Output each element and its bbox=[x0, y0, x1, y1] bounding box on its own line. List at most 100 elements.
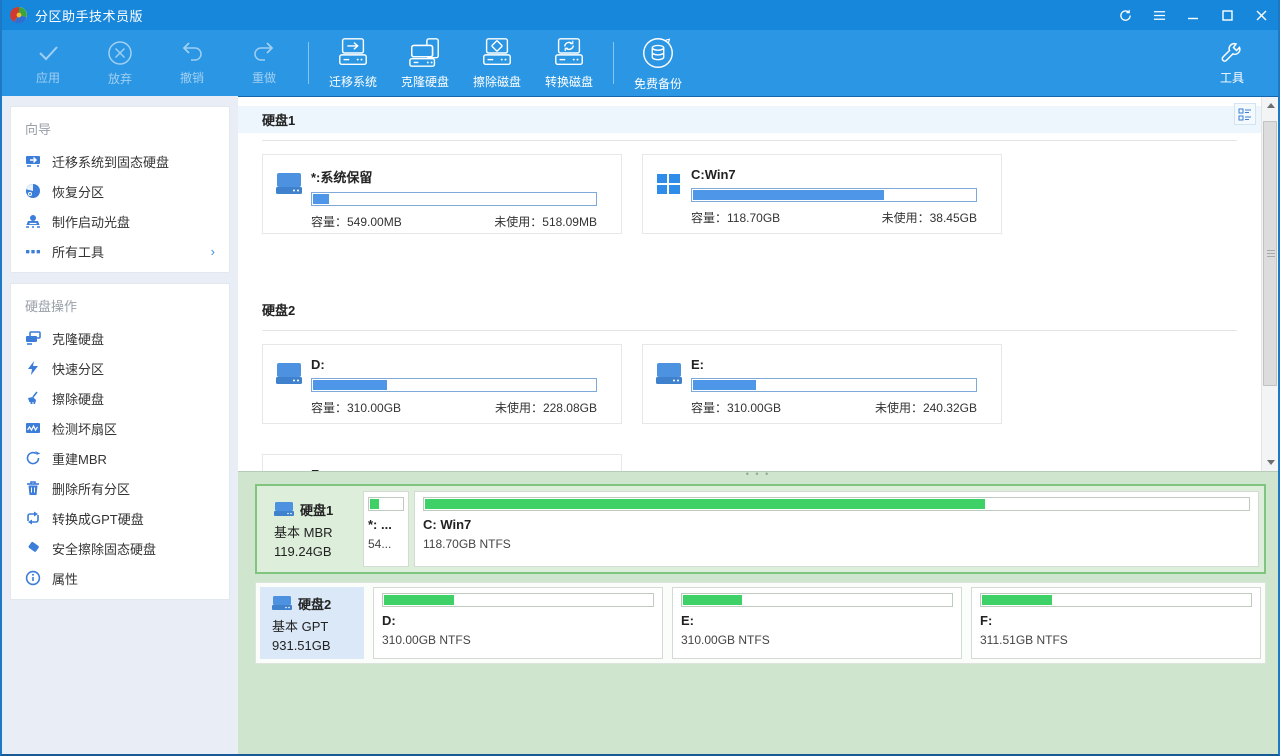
disk1-header[interactable]: 硬盘1 bbox=[238, 106, 1261, 133]
sidebar-item-label: 制作启动光盘 bbox=[52, 212, 130, 231]
convert-disk-button[interactable]: 转换磁盘 bbox=[533, 33, 605, 93]
toolbar: 应用 放弃 撤销 重做 迁移系统 克隆 bbox=[2, 30, 1278, 96]
usage-bar bbox=[980, 593, 1252, 607]
sidebar-item-secure-erase-ssd[interactable]: 安全擦除固态硬盘 bbox=[11, 533, 229, 563]
disk2-map-row[interactable]: 硬盘2 基本 GPT 931.51GB D: 310.00GB NTFS E: … bbox=[255, 582, 1266, 664]
redo-button[interactable]: 重做 bbox=[228, 33, 300, 93]
titlebar: 分区助手技术员版 bbox=[2, 0, 1278, 30]
minimize-icon[interactable] bbox=[1176, 0, 1210, 30]
partition-card-f[interactable]: F: bbox=[262, 454, 622, 471]
map-block-e[interactable]: E: 310.00GB NTFS bbox=[672, 587, 962, 659]
undo-button[interactable]: 撤销 bbox=[156, 33, 228, 93]
partition-label: E: bbox=[691, 357, 977, 372]
sidebar-item-label: 恢复分区 bbox=[52, 182, 104, 201]
map-block-system-reserved[interactable]: *: ... 54... bbox=[363, 491, 409, 567]
block-size: 310.00GB NTFS bbox=[681, 633, 953, 647]
sidebar-item-properties[interactable]: 属性 bbox=[11, 563, 229, 593]
map-block-f[interactable]: F: 311.51GB NTFS bbox=[971, 587, 1261, 659]
drive-icon bbox=[655, 361, 683, 387]
wipe-disk-button[interactable]: 擦除磁盘 bbox=[461, 33, 533, 93]
sidebar-item-recover-partition[interactable]: 恢复分区 bbox=[11, 176, 229, 206]
clone-disk-button[interactable]: 克隆硬盘 bbox=[389, 33, 461, 93]
disk-map-panel: • • • 硬盘1 基本 MBR 119.24GB bbox=[238, 471, 1278, 754]
sidebar-item-wipe-disk[interactable]: 擦除硬盘 bbox=[11, 383, 229, 413]
broom-icon bbox=[25, 390, 41, 406]
drive-icon bbox=[275, 171, 303, 197]
block-size: 310.00GB NTFS bbox=[382, 633, 654, 647]
app-window: 分区助手技术员版 应用 放弃 bbox=[0, 0, 1280, 756]
unused-text: 未使用：240.32GB bbox=[875, 399, 977, 416]
partition-card-d[interactable]: D: 容量：310.00GB 未使用：228.08GB bbox=[262, 344, 622, 424]
sidebar-item-quick-partition[interactable]: 快速分区 bbox=[11, 353, 229, 383]
partition-card-e[interactable]: E: 容量：310.00GB 未使用：240.32GB bbox=[642, 344, 1002, 424]
disk2-map-header[interactable]: 硬盘2 基本 GPT 931.51GB bbox=[260, 587, 364, 659]
app-logo-icon bbox=[10, 6, 28, 24]
sidebar-item-clone-disk[interactable]: 克隆硬盘 bbox=[11, 323, 229, 353]
usage-bar bbox=[311, 378, 597, 392]
sidebar-item-delete-all-partitions[interactable]: 删除所有分区 bbox=[11, 473, 229, 503]
convert-gpt-icon bbox=[25, 510, 41, 526]
close-icon[interactable] bbox=[1244, 0, 1278, 30]
apply-button[interactable]: 应用 bbox=[12, 33, 84, 93]
unused-text: 未使用：228.08GB bbox=[495, 399, 597, 416]
migrate-os-button[interactable]: 迁移系统 bbox=[317, 33, 389, 93]
section-title-wizards: 向导 bbox=[11, 115, 229, 146]
discard-button[interactable]: 放弃 bbox=[84, 33, 156, 93]
disk2-partitions-row-2: F: bbox=[238, 424, 1261, 471]
toolbar-separator bbox=[308, 42, 309, 84]
lightning-icon bbox=[25, 360, 41, 376]
migrate-ssd-icon bbox=[25, 153, 41, 169]
capacity-text: 容量：310.00GB bbox=[691, 399, 781, 416]
disk-cards-scroll-area: 硬盘1 *:系统保留 容量 bbox=[238, 97, 1261, 471]
block-label: C: Win7 bbox=[423, 517, 1250, 532]
toolbar-separator-2 bbox=[613, 42, 614, 84]
sidebar-item-convert-to-gpt[interactable]: 转换成GPT硬盘 bbox=[11, 503, 229, 533]
wrench-icon bbox=[1219, 40, 1245, 66]
scroll-up-arrow[interactable] bbox=[1262, 97, 1278, 114]
disk2-map-type: 基本 GPT bbox=[272, 616, 364, 635]
menu-icon[interactable] bbox=[1142, 0, 1176, 30]
map-block-d[interactable]: D: 310.00GB NTFS bbox=[373, 587, 663, 659]
disk1-map-header[interactable]: 硬盘1 基本 MBR 119.24GB bbox=[262, 491, 358, 567]
sidebar-item-migrate-os-to-ssd[interactable]: 迁移系统到固态硬盘 bbox=[11, 146, 229, 176]
redo-icon bbox=[249, 40, 279, 66]
maximize-icon[interactable] bbox=[1210, 0, 1244, 30]
block-label: F: bbox=[980, 613, 1252, 628]
usage-bar bbox=[691, 188, 977, 202]
tools-label: 工具 bbox=[1220, 69, 1244, 86]
capacity-text: 容量：118.70GB bbox=[691, 209, 780, 226]
tools-button[interactable]: 工具 bbox=[1196, 33, 1268, 93]
sidebar-item-check-bad-sectors[interactable]: 检测坏扇区 bbox=[11, 413, 229, 443]
free-backup-button[interactable]: 免费备份 bbox=[622, 33, 694, 93]
disk2-map-size: 931.51GB bbox=[272, 638, 364, 653]
scrollbar-thumb[interactable] bbox=[1263, 121, 1277, 386]
disk1-map-name: 硬盘1 bbox=[300, 500, 333, 519]
block-size: 311.51GB NTFS bbox=[980, 633, 1252, 647]
sidebar-item-label: 转换成GPT硬盘 bbox=[52, 509, 144, 528]
usage-bar bbox=[423, 497, 1250, 511]
drive-icon bbox=[274, 501, 294, 517]
sidebar: 向导 迁移系统到固态硬盘 恢复分区 制作启动光盘 所有工具 › bbox=[2, 96, 238, 754]
content-area: 向导 迁移系统到固态硬盘 恢复分区 制作启动光盘 所有工具 › bbox=[2, 96, 1278, 754]
usage-bar bbox=[311, 192, 597, 206]
bad-sector-icon bbox=[25, 420, 41, 436]
disk1-map-row[interactable]: 硬盘1 基本 MBR 119.24GB *: ... 54... C: Win7… bbox=[255, 484, 1266, 574]
refresh-icon[interactable] bbox=[1108, 0, 1142, 30]
wipe-disk-icon bbox=[476, 36, 518, 70]
drive-icon bbox=[272, 595, 292, 611]
sidebar-item-make-boot-disc[interactable]: 制作启动光盘 bbox=[11, 206, 229, 236]
scroll-down-arrow[interactable] bbox=[1262, 454, 1278, 471]
sidebar-item-label: 迁移系统到固态硬盘 bbox=[52, 152, 169, 171]
partition-card-c-win7[interactable]: C:Win7 容量：118.70GB 未使用：38.45GB bbox=[642, 154, 1002, 234]
disk2-header[interactable]: 硬盘2 bbox=[238, 296, 1261, 323]
view-toggle-button[interactable] bbox=[1234, 103, 1256, 125]
sidebar-item-all-tools[interactable]: 所有工具 › bbox=[11, 236, 229, 266]
disk1-partitions-row: *:系统保留 容量：549.00MB 未使用：518.09MB bbox=[238, 141, 1261, 234]
block-size: 118.70GB NTFS bbox=[423, 537, 1250, 551]
vertical-scrollbar[interactable] bbox=[1261, 97, 1278, 471]
map-block-c-win7[interactable]: C: Win7 118.70GB NTFS bbox=[414, 491, 1259, 567]
sidebar-item-rebuild-mbr[interactable]: 重建MBR bbox=[11, 443, 229, 473]
splitter-handle-icon[interactable]: • • • bbox=[746, 471, 770, 477]
sidebar-item-label: 删除所有分区 bbox=[52, 479, 130, 498]
partition-card-system-reserved[interactable]: *:系统保留 容量：549.00MB 未使用：518.09MB bbox=[262, 154, 622, 234]
